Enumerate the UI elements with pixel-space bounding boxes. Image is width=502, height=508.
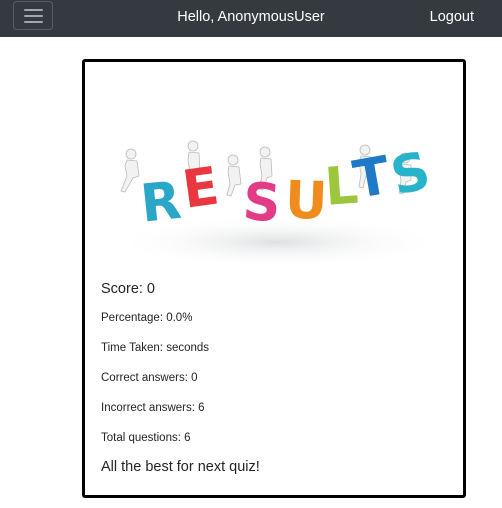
letter-s: S [241,172,283,234]
hamburger-menu-icon-bar [24,15,43,17]
hamburger-menu-icon-bar [24,21,43,23]
hamburger-menu-button[interactable] [13,1,53,30]
letter-e: E [179,156,223,220]
letter-u: U [284,171,328,232]
score-text: Score: 0 [101,281,155,297]
hamburger-menu-icon [24,9,43,11]
correct-answers-text: Correct answers: 0 [101,372,198,384]
user-greeting: Hello, AnonymousUser [177,9,325,25]
top-navbar: Hello, AnonymousUser Logout [0,0,502,37]
incorrect-answers-text: Incorrect answers: 6 [101,402,205,414]
closing-message: All the best for next quiz! [101,459,260,475]
time-taken-text: Time Taken: seconds [101,342,210,354]
results-banner-image: R E S U L T S [113,141,443,268]
letter-r: R [138,171,184,235]
percentage-text: Percentage: 0.0% [101,312,193,324]
logout-link[interactable]: Logout [430,8,474,26]
total-questions-text: Total questions: 6 [101,432,191,444]
results-card: R E S U L T S Score: 0 Percentage: 0.0% … [82,59,466,498]
